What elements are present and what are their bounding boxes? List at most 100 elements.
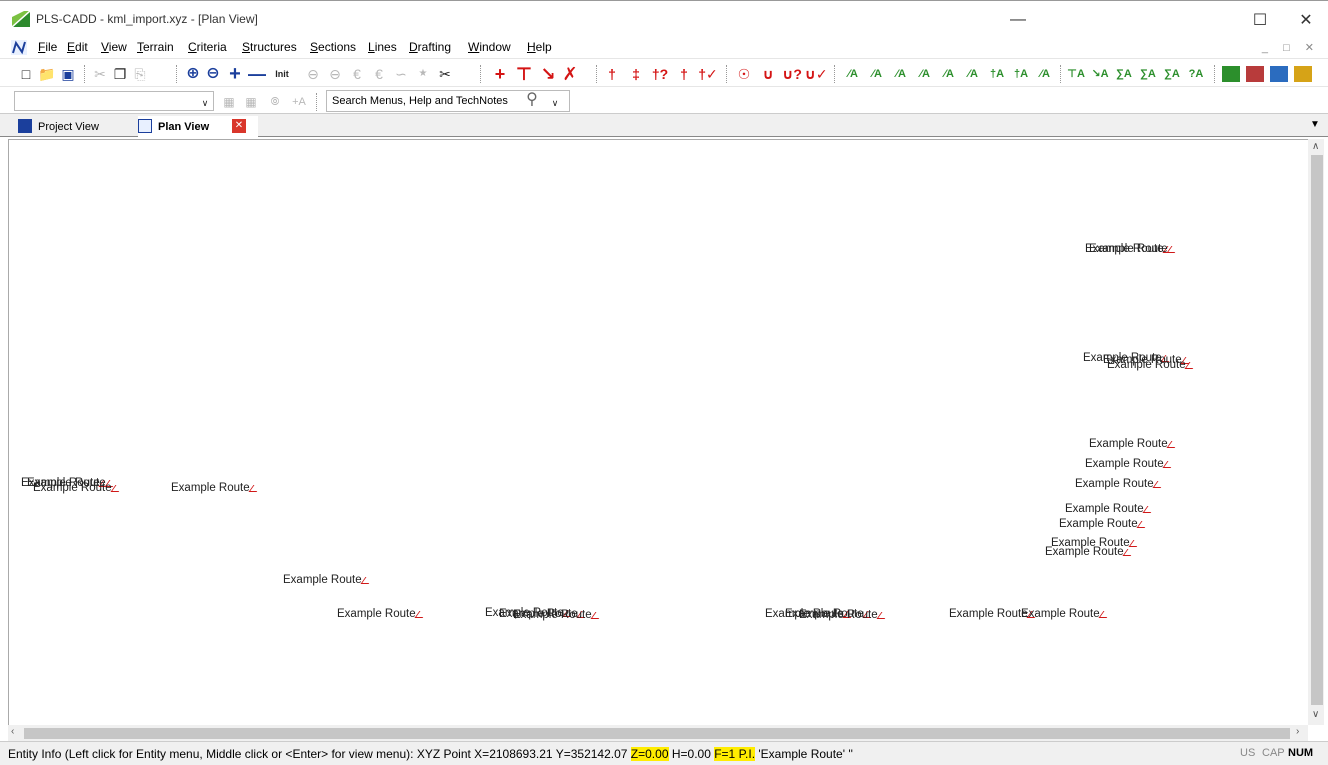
attach-icon-1[interactable]: ⁄A bbox=[842, 65, 864, 83]
menu-edit[interactable]: Edit bbox=[67, 40, 88, 54]
zoom-out-icon[interactable]: ⊖ bbox=[204, 65, 222, 83]
route-label[interactable]: Example Route bbox=[337, 608, 425, 620]
horizontal-scrollbar[interactable]: ‹ › bbox=[8, 725, 1308, 741]
menu-structures[interactable]: Structures bbox=[242, 40, 297, 54]
insert-structure-icon[interactable]: ‡ bbox=[626, 65, 646, 83]
vertical-scrollbar[interactable]: ∧ ∨ bbox=[1308, 139, 1324, 725]
route-label[interactable]: Example Route bbox=[171, 482, 259, 494]
attach-icon-6[interactable]: ⁄A bbox=[962, 65, 984, 83]
menu-criteria[interactable]: Criteria bbox=[188, 40, 227, 54]
attach-icon-2[interactable]: ⁄A bbox=[866, 65, 888, 83]
search-dropdown-icon[interactable]: ∨ bbox=[548, 94, 562, 112]
window-select-icon[interactable]: ∽ bbox=[392, 65, 410, 83]
zoom-in-icon[interactable]: ⊕ bbox=[184, 65, 202, 83]
sag-check-icon[interactable]: ∪✓ bbox=[804, 65, 827, 83]
paste-icon[interactable]: ⎘ bbox=[132, 65, 148, 83]
pan-right-icon[interactable]: ⊖ bbox=[326, 65, 344, 83]
tab-list-chevron-icon[interactable]: ▼ bbox=[1310, 116, 1324, 137]
move-structure-icon[interactable]: † bbox=[674, 65, 694, 83]
move-pi-icon[interactable]: ↘ bbox=[538, 65, 558, 83]
init-view-button[interactable]: Init bbox=[270, 65, 294, 83]
save-icon[interactable]: ▣ bbox=[60, 65, 76, 83]
route-label[interactable]: Example Route bbox=[513, 609, 601, 621]
minimize-button[interactable]: — bbox=[996, 5, 1040, 35]
add-sag-icon[interactable]: ☉ bbox=[734, 65, 754, 83]
attach-icon-8[interactable]: †A bbox=[1010, 65, 1032, 83]
route-label[interactable]: Example Route bbox=[1059, 518, 1147, 530]
scroll-up-icon[interactable]: ∧ bbox=[1312, 141, 1319, 152]
attach-icon-7[interactable]: †A bbox=[986, 65, 1008, 83]
profile-icon[interactable] bbox=[1246, 66, 1264, 82]
route-label[interactable]: Example Route bbox=[1045, 546, 1133, 558]
label-icon-2[interactable]: ↘A bbox=[1090, 65, 1110, 83]
center-line-alt-icon[interactable]: € bbox=[370, 65, 388, 83]
sheet-icon[interactable] bbox=[1294, 66, 1312, 82]
chevron-down-icon[interactable]: ∨ bbox=[198, 94, 212, 112]
maximize-button[interactable]: ☐ bbox=[1238, 5, 1282, 35]
tab-project-view[interactable]: Project View bbox=[18, 116, 138, 137]
table-icon[interactable]: ▦ bbox=[242, 93, 260, 111]
menu-file[interactable]: File bbox=[38, 40, 57, 54]
center-line-icon[interactable]: € bbox=[348, 65, 366, 83]
search-icon[interactable]: ⚲ bbox=[522, 91, 542, 109]
menu-window[interactable]: Window bbox=[468, 40, 511, 54]
close-tab-button[interactable]: ✕ bbox=[232, 119, 246, 133]
3d-view-icon[interactable] bbox=[1270, 66, 1288, 82]
xyz-icon[interactable]: ⦾ bbox=[266, 93, 284, 111]
layer-combo[interactable] bbox=[14, 91, 214, 111]
attach-label-icon[interactable]: +A bbox=[290, 93, 308, 111]
route-label[interactable]: Example Route bbox=[33, 482, 121, 494]
copy-icon[interactable]: ❐ bbox=[112, 65, 128, 83]
menu-sections[interactable]: Sections bbox=[310, 40, 356, 54]
attach-icon-5[interactable]: ⁄A bbox=[938, 65, 960, 83]
label-icon-1[interactable]: ⊤A bbox=[1066, 65, 1086, 83]
scroll-down-icon[interactable]: ∨ bbox=[1312, 709, 1319, 720]
attach-icon-3[interactable]: ⁄A bbox=[890, 65, 912, 83]
label-icon-3[interactable]: ∑A bbox=[1114, 65, 1134, 83]
route-label[interactable]: Example Route bbox=[799, 609, 887, 621]
route-label[interactable]: Example Route bbox=[1085, 458, 1173, 470]
new-file-icon[interactable]: □ bbox=[18, 65, 34, 83]
close-window-button[interactable]: ✕ bbox=[1284, 5, 1328, 35]
menu-drafting[interactable]: Drafting bbox=[409, 40, 451, 54]
cut-icon[interactable]: ✂ bbox=[92, 65, 108, 83]
label-help-icon[interactable]: ?A bbox=[1186, 65, 1206, 83]
horizontal-scroll-thumb[interactable] bbox=[24, 728, 1290, 739]
pan-left-icon[interactable]: ⊖ bbox=[304, 65, 322, 83]
mdi-window-controls[interactable]: _ □ ✕ bbox=[1262, 41, 1320, 54]
zoom-minus-icon[interactable]: — bbox=[248, 65, 266, 83]
menu-lines[interactable]: Lines bbox=[368, 40, 397, 54]
sag-info-icon[interactable]: ∪? bbox=[782, 65, 802, 83]
attach-icon-9[interactable]: ⁄A bbox=[1034, 65, 1056, 83]
route-label[interactable]: Example Route bbox=[1089, 438, 1177, 450]
delete-pi-icon[interactable]: ✗ bbox=[560, 65, 580, 83]
sag-icon[interactable]: ∪ bbox=[758, 65, 778, 83]
insert-pi-icon[interactable]: ⊤ bbox=[514, 65, 534, 83]
map-icon[interactable] bbox=[1222, 66, 1240, 82]
check-structure-icon[interactable]: †✓ bbox=[698, 65, 718, 83]
open-folder-icon[interactable]: 📁 bbox=[38, 65, 56, 83]
route-label[interactable]: Example Route bbox=[1089, 243, 1177, 255]
add-pi-icon[interactable]: + bbox=[490, 65, 510, 83]
scroll-right-icon[interactable]: › bbox=[1296, 726, 1299, 737]
route-label[interactable]: Example Route bbox=[1021, 608, 1109, 620]
menu-terrain[interactable]: Terrain bbox=[137, 40, 174, 54]
label-icon-4[interactable]: ∑A bbox=[1138, 65, 1158, 83]
route-label[interactable]: Example Route bbox=[1107, 359, 1195, 371]
structure-info-icon[interactable]: †? bbox=[650, 65, 670, 83]
route-label[interactable]: Example Route bbox=[283, 574, 371, 586]
add-structure-icon[interactable]: † bbox=[602, 65, 622, 83]
scissors-icon[interactable]: ✂ bbox=[436, 65, 454, 83]
plan-view-canvas[interactable]: Example Route Example Route Example Rout… bbox=[8, 139, 1308, 725]
menu-help[interactable]: Help bbox=[527, 40, 552, 54]
menu-view[interactable]: View bbox=[101, 40, 127, 54]
zoom-plus-icon[interactable]: + bbox=[226, 64, 244, 84]
label-icon-5[interactable]: ∑A bbox=[1162, 65, 1182, 83]
vertical-scroll-thumb[interactable] bbox=[1311, 155, 1323, 705]
route-label[interactable]: Example Route bbox=[1065, 503, 1153, 515]
attach-icon-4[interactable]: ⁄A bbox=[914, 65, 936, 83]
route-label[interactable]: Example Route bbox=[1075, 478, 1163, 490]
scroll-left-icon[interactable]: ‹ bbox=[11, 726, 14, 737]
step-icon[interactable]: ★ bbox=[414, 65, 432, 83]
structure-grid-icon[interactable]: ▦ bbox=[220, 93, 238, 111]
